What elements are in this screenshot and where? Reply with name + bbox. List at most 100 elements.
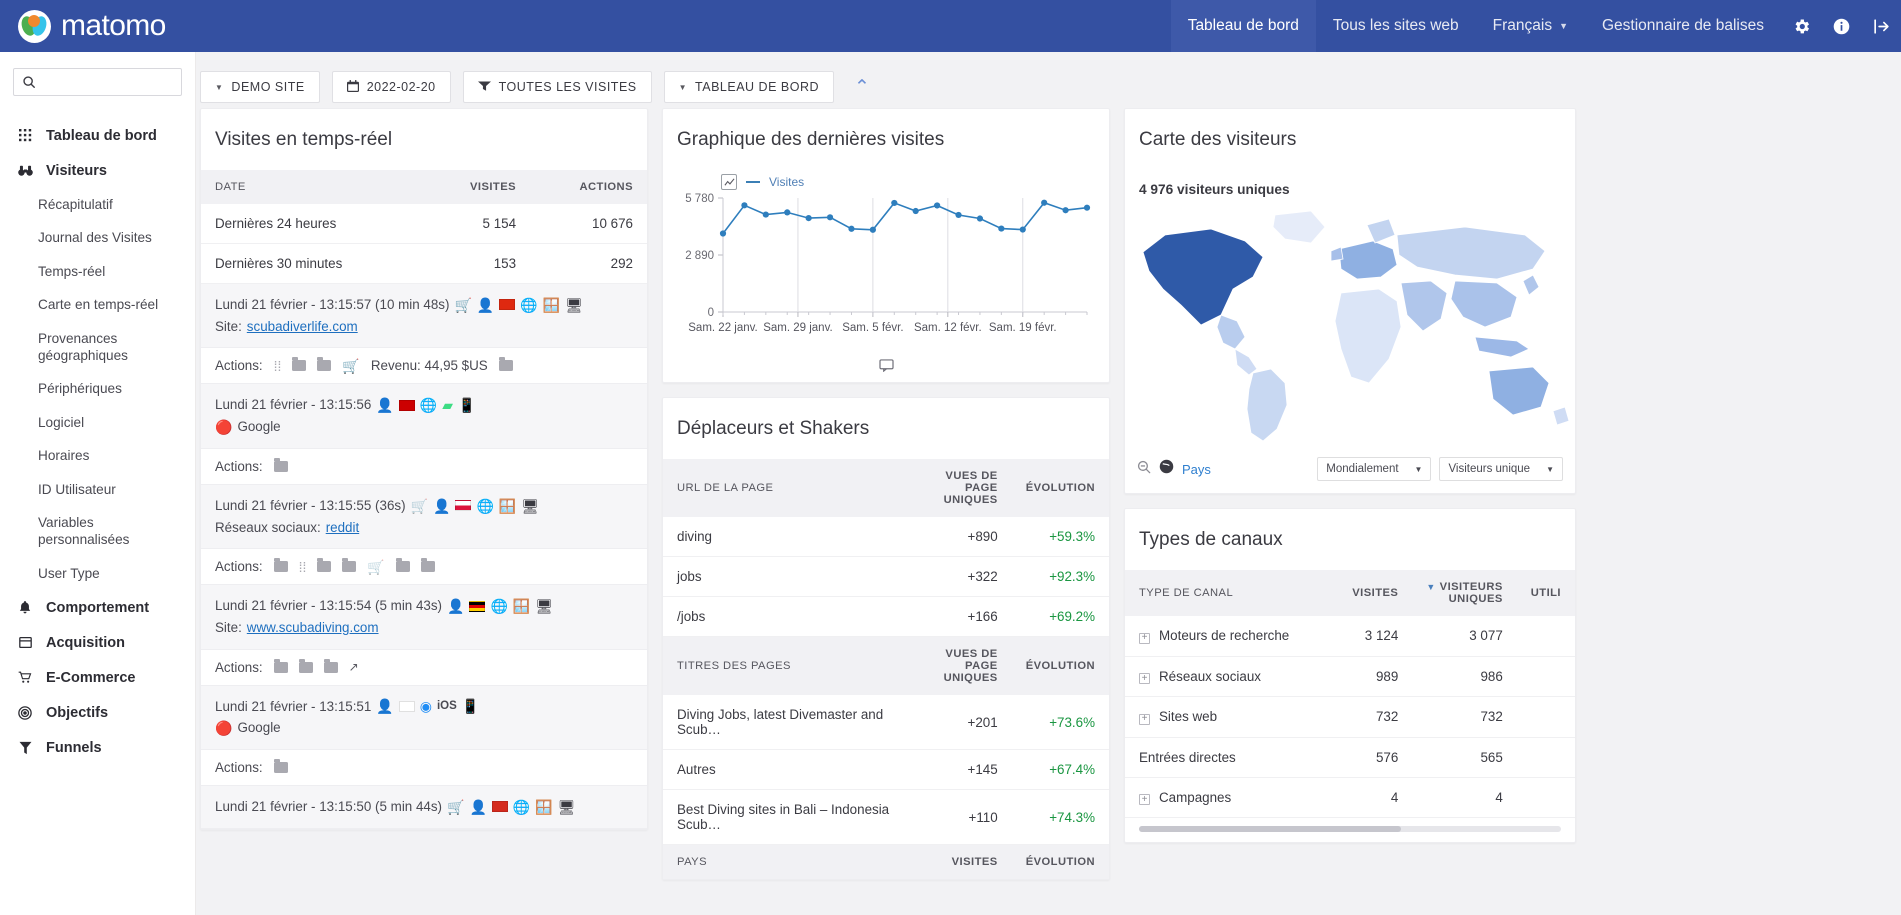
visitor-log-entry[interactable]: Lundi 21 février - 13:15:55 (36s) 🛒 👤 🌐 …: [201, 484, 647, 550]
svg-text:2 890: 2 890: [685, 250, 714, 262]
sidebar-item-visiteurs[interactable]: Visiteurs: [0, 153, 195, 188]
nav-gestionnaire-de-balises[interactable]: Gestionnaire de balises: [1585, 0, 1781, 52]
folder-icon[interactable]: [323, 658, 338, 673]
expand-icon[interactable]: +: [1139, 632, 1150, 644]
folder-icon[interactable]: [420, 558, 435, 573]
info-icon[interactable]: [1821, 0, 1861, 52]
referrer-link[interactable]: reddit: [326, 517, 360, 539]
folder-icon[interactable]: [273, 759, 288, 774]
outlink-icon[interactable]: ↗: [349, 661, 359, 673]
sidebar-item-user-type[interactable]: User Type: [0, 557, 195, 590]
pageview-icon[interactable]: ⁞⁞: [274, 359, 282, 373]
sidebar-item-tableau-de-bord[interactable]: Tableau de bord: [0, 118, 195, 153]
table-row[interactable]: + Campagnes 4 4: [1125, 777, 1575, 818]
matomo-logo[interactable]: matomo: [0, 9, 166, 43]
world-map[interactable]: [1125, 197, 1575, 449]
visitor-icon: 👤: [376, 397, 394, 414]
signout-icon[interactable]: [1861, 0, 1901, 52]
binoculars-icon: [17, 165, 33, 177]
collapse-toolbar-button[interactable]: ⌃: [848, 76, 876, 99]
sidebar-item-id-utilisateur[interactable]: ID Utilisateur: [0, 473, 195, 506]
sidebar-item-logiciel[interactable]: Logiciel: [0, 406, 195, 439]
chart-type-icon[interactable]: [721, 174, 737, 190]
actions-label: Actions:: [215, 458, 263, 474]
sidebar-item-comportement[interactable]: Comportement: [0, 590, 195, 625]
table-row[interactable]: + Sites web 732 732: [1125, 696, 1575, 738]
visitor-log-entry[interactable]: Lundi 21 février - 13:15:57 (10 min 48s)…: [201, 284, 647, 349]
sidebar-item-horaires[interactable]: Horaires: [0, 439, 195, 472]
dashboard-selector[interactable]: ▼ TABLEAU DE BORD: [663, 71, 835, 103]
col-unique-visitors[interactable]: ▼ VISITEURS UNIQUES: [1412, 570, 1517, 616]
col-users[interactable]: UTILI: [1516, 570, 1575, 616]
sidebar-item-acquisition[interactable]: Acquisition: [0, 625, 195, 660]
folder-icon[interactable]: [498, 357, 513, 372]
visitor-log-entry[interactable]: Lundi 21 février - 13:15:51 👤 ◉ iOS 📱 🔴 …: [201, 685, 647, 751]
cart-icon[interactable]: 🛒: [342, 359, 359, 373]
table-row[interactable]: Diving Jobs, latest Divemaster and Scub……: [663, 695, 1109, 750]
sidebar-item-provenances-geographiques[interactable]: Provenances géographiques: [0, 322, 128, 373]
nav-tableau-de-bord[interactable]: Tableau de bord: [1170, 0, 1316, 52]
folder-icon[interactable]: [395, 558, 410, 573]
sidebar-item-objectifs[interactable]: Objectifs: [0, 695, 195, 730]
row-label: Diving Jobs, latest Divemaster and Scub…: [663, 695, 908, 750]
segment-selector[interactable]: TOUTES LES VISITES: [462, 71, 652, 103]
nav-language-selector[interactable]: Français ▼: [1476, 0, 1585, 52]
table-row[interactable]: Autres +145 +67.4%: [663, 749, 1109, 790]
visitor-log-entry[interactable]: Lundi 21 février - 13:15:50 (5 min 44s) …: [201, 786, 647, 829]
map-country-link[interactable]: Pays: [1182, 462, 1211, 477]
visitor-log-entry[interactable]: Lundi 21 février - 13:15:56 👤 🌐 ▰ 📱 🔴 Go…: [201, 384, 647, 449]
search-box[interactable]: [13, 68, 182, 96]
zoom-out-icon[interactable]: [1137, 460, 1151, 479]
sidebar-item-temps-reel[interactable]: Temps-réel: [0, 255, 195, 288]
table-row[interactable]: Dernières 30 minutes 153 292: [201, 243, 647, 284]
pageview-icon[interactable]: ⁞⁞: [299, 560, 307, 574]
sidebar-item-peripheriques[interactable]: Périphériques: [0, 372, 195, 405]
table-row[interactable]: diving +890 +59.3%: [663, 517, 1109, 557]
expand-icon[interactable]: +: [1139, 673, 1150, 684]
table-row[interactable]: jobs +322 +92.3%: [663, 556, 1109, 597]
folder-icon[interactable]: [298, 658, 313, 673]
visitor-log-entry[interactable]: Lundi 21 février - 13:15:54 (5 min 43s) …: [201, 585, 647, 650]
folder-icon[interactable]: [342, 558, 357, 573]
chevron-down-icon: ▼: [678, 82, 688, 92]
table-row[interactable]: + Moteurs de recherche 3 124 3 077: [1125, 616, 1575, 657]
horizontal-scrollbar[interactable]: [1139, 826, 1561, 832]
sidebar-item-journal-des-visites[interactable]: Journal des Visites: [0, 221, 195, 254]
folder-icon[interactable]: [317, 357, 332, 372]
folder-icon[interactable]: [273, 457, 288, 472]
folder-icon[interactable]: [273, 558, 288, 573]
map-scope-select[interactable]: Mondialement ▼: [1317, 457, 1432, 481]
expand-icon[interactable]: +: [1139, 794, 1150, 805]
referrer-link[interactable]: www.scubadiving.com: [247, 617, 379, 639]
date-selector[interactable]: 2022-02-20: [331, 71, 451, 103]
widget-column-1: Visites en temps-réel DATE VISITES ACTIO…: [200, 108, 648, 830]
realtime-visits-widget: Visites en temps-réel DATE VISITES ACTIO…: [200, 108, 648, 830]
folder-icon[interactable]: [273, 658, 288, 673]
folder-icon[interactable]: [317, 558, 332, 573]
col-visits[interactable]: VISITES: [1320, 570, 1413, 616]
folder-icon[interactable]: [292, 357, 307, 372]
search-input[interactable]: [43, 74, 173, 90]
site-selector[interactable]: ▼ DEMO SITE: [200, 71, 320, 103]
table-row[interactable]: Best Diving sites in Bali – Indonesia Sc…: [663, 789, 1109, 845]
gear-icon[interactable]: [1781, 0, 1821, 52]
row-unique: 732: [1412, 696, 1517, 738]
map-footer: Pays Mondialement ▼ Visiteurs unique ▼: [1125, 449, 1575, 493]
referrer-link[interactable]: scubadiverlife.com: [247, 316, 358, 338]
legend-label[interactable]: Visites: [769, 175, 804, 189]
expand-icon[interactable]: +: [1139, 713, 1150, 725]
sidebar-item-carte-en-temps-reel[interactable]: Carte en temps-réel: [0, 288, 195, 321]
table-row[interactable]: Dernières 24 heures 5 154 10 676: [201, 204, 647, 244]
cart-abandoned-icon[interactable]: 🛒: [367, 560, 384, 574]
sidebar-item-variables-personnalisees[interactable]: Variables personnalisées: [0, 506, 129, 557]
sidebar-item-recapitulatif[interactable]: Récapitulatif: [0, 188, 195, 221]
table-row[interactable]: Entrées directes 576 565: [1125, 737, 1575, 778]
annotation-icon[interactable]: [663, 357, 1109, 372]
sidebar-item-e-commerce[interactable]: E-Commerce: [0, 660, 195, 695]
sidebar-item-funnels[interactable]: Funnels: [0, 730, 195, 765]
nav-tous-les-sites-web[interactable]: Tous les sites web: [1316, 0, 1476, 52]
table-row[interactable]: /jobs +166 +69.2%: [663, 596, 1109, 637]
table-row[interactable]: + Réseaux sociaux 989 986: [1125, 656, 1575, 697]
map-metric-select[interactable]: Visiteurs unique ▼: [1439, 457, 1563, 481]
svg-text:0: 0: [708, 307, 714, 319]
